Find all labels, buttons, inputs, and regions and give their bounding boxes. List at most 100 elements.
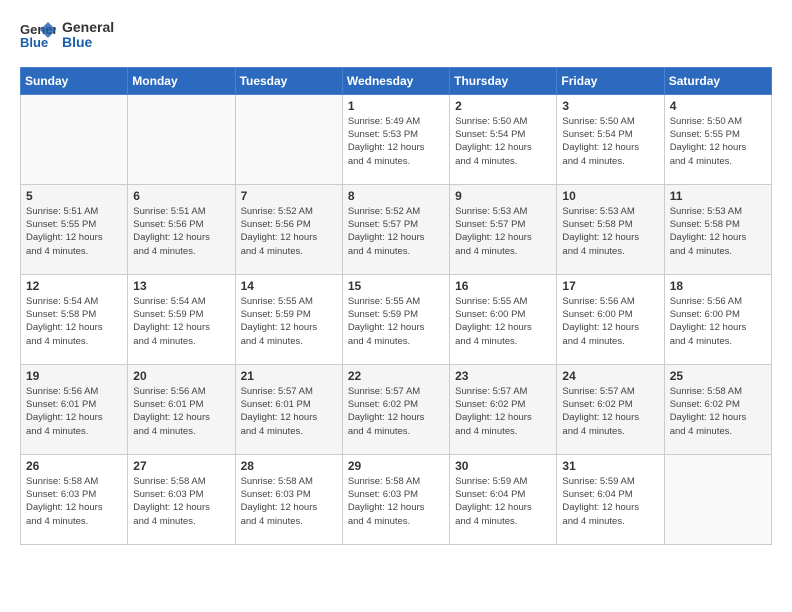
day-info: Sunrise: 5:58 AM Sunset: 6:03 PM Dayligh… (133, 475, 229, 528)
day-info: Sunrise: 5:59 AM Sunset: 6:04 PM Dayligh… (455, 475, 551, 528)
day-info: Sunrise: 5:58 AM Sunset: 6:03 PM Dayligh… (348, 475, 444, 528)
calendar-cell: 9 Sunrise: 5:53 AM Sunset: 5:57 PM Daylig… (450, 184, 557, 274)
day-info: Sunrise: 5:52 AM Sunset: 5:57 PM Dayligh… (348, 205, 444, 258)
calendar-cell: 12 Sunrise: 5:54 AM Sunset: 5:58 PM Dayli… (21, 274, 128, 364)
calendar-cell: 14 Sunrise: 5:55 AM Sunset: 5:59 PM Dayli… (235, 274, 342, 364)
day-number: 9 (455, 189, 551, 203)
calendar-cell: 22 Sunrise: 5:57 AM Sunset: 6:02 PM Dayli… (342, 364, 449, 454)
day-number: 7 (241, 189, 337, 203)
day-info: Sunrise: 5:55 AM Sunset: 6:00 PM Dayligh… (455, 295, 551, 348)
day-number: 12 (26, 279, 122, 293)
day-info: Sunrise: 5:57 AM Sunset: 6:01 PM Dayligh… (241, 385, 337, 438)
day-info: Sunrise: 5:56 AM Sunset: 6:00 PM Dayligh… (562, 295, 658, 348)
day-info: Sunrise: 5:49 AM Sunset: 5:53 PM Dayligh… (348, 115, 444, 168)
day-header-sunday: Sunday (21, 67, 128, 94)
day-header-saturday: Saturday (664, 67, 771, 94)
calendar-cell: 23 Sunrise: 5:57 AM Sunset: 6:02 PM Dayli… (450, 364, 557, 454)
day-number: 13 (133, 279, 229, 293)
day-header-monday: Monday (128, 67, 235, 94)
calendar-cell: 15Sunrise: 5:55 AM Sunset: 5:59 PM Dayli… (342, 274, 449, 364)
day-info: Sunrise: 5:51 AM Sunset: 5:55 PM Dayligh… (26, 205, 122, 258)
day-info: Sunrise: 5:58 AM Sunset: 6:03 PM Dayligh… (241, 475, 337, 528)
day-info: Sunrise: 5:56 AM Sunset: 6:01 PM Dayligh… (133, 385, 229, 438)
day-number: 18 (670, 279, 766, 293)
calendar-cell: 1 Sunrise: 5:49 AM Sunset: 5:53 PM Daylig… (342, 94, 449, 184)
days-header-row: SundayMondayTuesdayWednesdayThursdayFrid… (21, 67, 772, 94)
calendar-cell (21, 94, 128, 184)
day-number: 29 (348, 459, 444, 473)
calendar-cell: 6 Sunrise: 5:51 AM Sunset: 5:56 PM Daylig… (128, 184, 235, 274)
page-header: General Blue General Blue (20, 20, 772, 51)
day-header-thursday: Thursday (450, 67, 557, 94)
day-info: Sunrise: 5:57 AM Sunset: 6:02 PM Dayligh… (562, 385, 658, 438)
week-row-4: 19 Sunrise: 5:56 AM Sunset: 6:01 PM Dayli… (21, 364, 772, 454)
day-number: 8 (348, 189, 444, 203)
week-row-3: 12 Sunrise: 5:54 AM Sunset: 5:58 PM Dayli… (21, 274, 772, 364)
calendar-cell: 20Sunrise: 5:56 AM Sunset: 6:01 PM Dayli… (128, 364, 235, 454)
day-info: Sunrise: 5:57 AM Sunset: 6:02 PM Dayligh… (348, 385, 444, 438)
calendar-cell: 4 Sunrise: 5:50 AM Sunset: 5:55 PM Daylig… (664, 94, 771, 184)
day-header-friday: Friday (557, 67, 664, 94)
day-info: Sunrise: 5:56 AM Sunset: 6:00 PM Dayligh… (670, 295, 766, 348)
day-number: 15 (348, 279, 444, 293)
calendar-cell: 11 Sunrise: 5:53 AM Sunset: 5:58 PM Dayli… (664, 184, 771, 274)
week-row-1: 1 Sunrise: 5:49 AM Sunset: 5:53 PM Daylig… (21, 94, 772, 184)
calendar-cell (235, 94, 342, 184)
calendar-cell: 28Sunrise: 5:58 AM Sunset: 6:03 PM Dayli… (235, 454, 342, 544)
svg-text:Blue: Blue (20, 35, 48, 50)
calendar-cell: 10Sunrise: 5:53 AM Sunset: 5:58 PM Dayli… (557, 184, 664, 274)
day-number: 6 (133, 189, 229, 203)
logo-general: General (62, 20, 114, 35)
day-number: 17 (562, 279, 658, 293)
calendar-cell: 24 Sunrise: 5:57 AM Sunset: 6:02 PM Dayli… (557, 364, 664, 454)
calendar-cell: 13 Sunrise: 5:54 AM Sunset: 5:59 PM Dayli… (128, 274, 235, 364)
calendar-cell: 16 Sunrise: 5:55 AM Sunset: 6:00 PM Dayli… (450, 274, 557, 364)
week-row-5: 26 Sunrise: 5:58 AM Sunset: 6:03 PM Dayli… (21, 454, 772, 544)
day-info: Sunrise: 5:57 AM Sunset: 6:02 PM Dayligh… (455, 385, 551, 438)
calendar-cell: 29 Sunrise: 5:58 AM Sunset: 6:03 PM Dayli… (342, 454, 449, 544)
day-number: 27 (133, 459, 229, 473)
day-number: 11 (670, 189, 766, 203)
logo: General Blue General Blue (20, 20, 114, 51)
day-number: 23 (455, 369, 551, 383)
day-number: 19 (26, 369, 122, 383)
day-number: 22 (348, 369, 444, 383)
day-info: Sunrise: 5:59 AM Sunset: 6:04 PM Dayligh… (562, 475, 658, 528)
calendar-cell: 5Sunrise: 5:51 AM Sunset: 5:55 PM Daylig… (21, 184, 128, 274)
calendar-cell: 31 Sunrise: 5:59 AM Sunset: 6:04 PM Dayli… (557, 454, 664, 544)
calendar-cell: 25Sunrise: 5:58 AM Sunset: 6:02 PM Dayli… (664, 364, 771, 454)
day-number: 3 (562, 99, 658, 113)
day-info: Sunrise: 5:54 AM Sunset: 5:58 PM Dayligh… (26, 295, 122, 348)
day-info: Sunrise: 5:50 AM Sunset: 5:54 PM Dayligh… (562, 115, 658, 168)
day-info: Sunrise: 5:55 AM Sunset: 5:59 PM Dayligh… (241, 295, 337, 348)
day-number: 16 (455, 279, 551, 293)
day-info: Sunrise: 5:54 AM Sunset: 5:59 PM Dayligh… (133, 295, 229, 348)
calendar-cell: 21 Sunrise: 5:57 AM Sunset: 6:01 PM Dayli… (235, 364, 342, 454)
logo-icon: General Blue (20, 20, 56, 50)
calendar-cell: 17 Sunrise: 5:56 AM Sunset: 6:00 PM Dayli… (557, 274, 664, 364)
calendar-cell (128, 94, 235, 184)
calendar-cell: 3 Sunrise: 5:50 AM Sunset: 5:54 PM Daylig… (557, 94, 664, 184)
calendar-table: SundayMondayTuesdayWednesdayThursdayFrid… (20, 67, 772, 545)
day-info: Sunrise: 5:53 AM Sunset: 5:58 PM Dayligh… (670, 205, 766, 258)
day-number: 14 (241, 279, 337, 293)
day-number: 21 (241, 369, 337, 383)
day-number: 1 (348, 99, 444, 113)
day-info: Sunrise: 5:50 AM Sunset: 5:55 PM Dayligh… (670, 115, 766, 168)
day-number: 25 (670, 369, 766, 383)
day-number: 26 (26, 459, 122, 473)
day-number: 10 (562, 189, 658, 203)
calendar-cell: 27 Sunrise: 5:58 AM Sunset: 6:03 PM Dayli… (128, 454, 235, 544)
day-number: 4 (670, 99, 766, 113)
day-info: Sunrise: 5:58 AM Sunset: 6:03 PM Dayligh… (26, 475, 122, 528)
day-number: 24 (562, 369, 658, 383)
day-number: 31 (562, 459, 658, 473)
day-info: Sunrise: 5:53 AM Sunset: 5:57 PM Dayligh… (455, 205, 551, 258)
day-number: 30 (455, 459, 551, 473)
calendar-cell: 18 Sunrise: 5:56 AM Sunset: 6:00 PM Dayli… (664, 274, 771, 364)
logo-blue: Blue (62, 35, 114, 50)
day-number: 2 (455, 99, 551, 113)
day-info: Sunrise: 5:51 AM Sunset: 5:56 PM Dayligh… (133, 205, 229, 258)
day-header-wednesday: Wednesday (342, 67, 449, 94)
calendar-cell: 8 Sunrise: 5:52 AM Sunset: 5:57 PM Daylig… (342, 184, 449, 274)
